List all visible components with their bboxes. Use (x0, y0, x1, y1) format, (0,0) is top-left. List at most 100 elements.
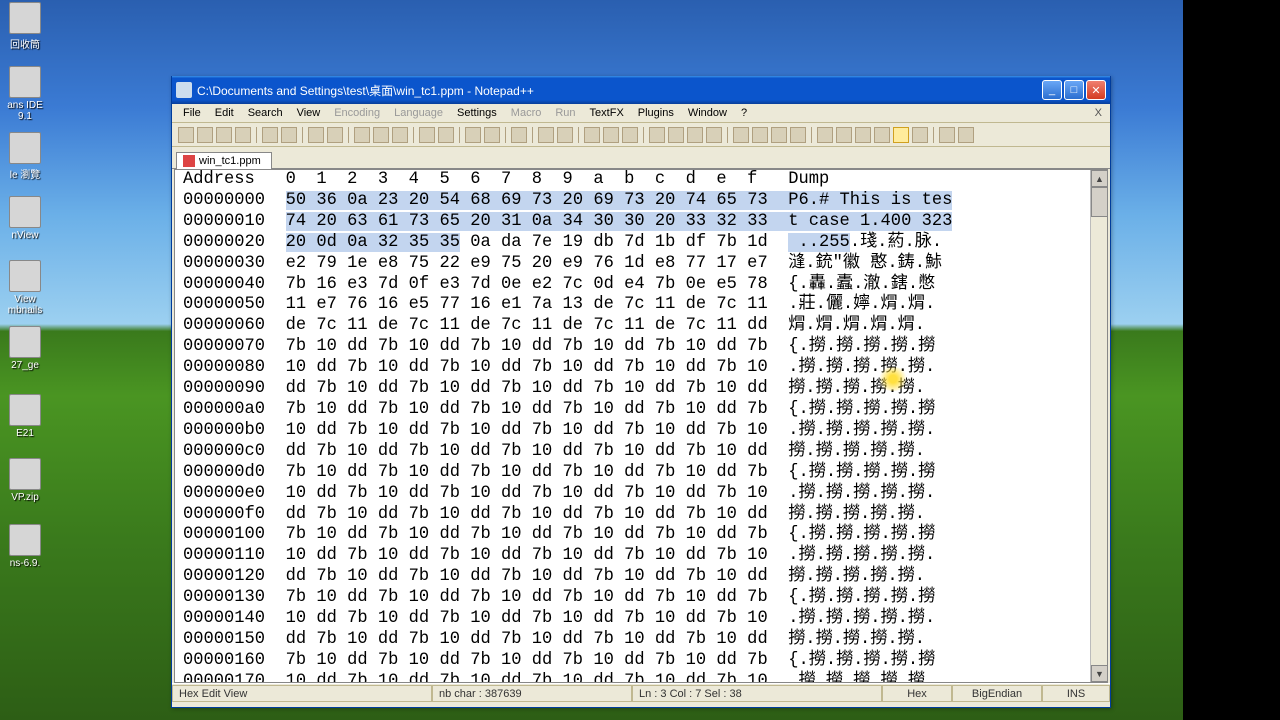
desktop-icon[interactable]: 回收筒 (0, 2, 50, 51)
hex-row[interactable]: 00000030 e2 79 1e e8 75 22 e9 75 20 e9 7… (175, 254, 1089, 275)
desktop-icon[interactable]: View mbnails (0, 260, 50, 316)
toolbar-separator (459, 127, 460, 143)
vertical-scrollbar[interactable]: ▲ ▼ (1090, 170, 1107, 682)
minimize-button[interactable]: _ (1042, 80, 1062, 100)
toolbar-button[interactable] (373, 127, 389, 143)
menu-window[interactable]: Window (681, 106, 734, 120)
toolbar-separator (643, 127, 644, 143)
hex-row[interactable]: 00000020 20 0d 0a 32 35 35 0a da 7e 19 d… (175, 233, 1089, 254)
menu-edit[interactable]: Edit (208, 106, 241, 120)
menu-settings[interactable]: Settings (450, 106, 504, 120)
tab-file[interactable]: win_tc1.ppm (176, 152, 272, 169)
desktop-icon[interactable]: VP.zip (0, 458, 50, 503)
toolbar-button[interactable] (817, 127, 833, 143)
toolbar-button[interactable] (958, 127, 974, 143)
hex-row[interactable]: 000000f0 dd 7b 10 dd 7b 10 dd 7b 10 dd 7… (175, 505, 1089, 526)
close-button[interactable]: ✕ (1086, 80, 1106, 100)
desktop-icon[interactable]: 27_ge (0, 326, 50, 371)
menu-file[interactable]: File (176, 106, 208, 120)
scroll-down-button[interactable]: ▼ (1091, 665, 1108, 682)
toolbar-button[interactable] (511, 127, 527, 143)
menu-view[interactable]: View (290, 106, 328, 120)
toolbar-button[interactable] (216, 127, 232, 143)
desktop-icon[interactable]: nView (0, 196, 50, 241)
hex-row[interactable]: 00000010 74 20 63 61 73 65 20 31 0a 34 3… (175, 212, 1089, 233)
menu-?[interactable]: ? (734, 106, 754, 120)
toolbar-button[interactable] (197, 127, 213, 143)
hex-row[interactable]: 00000130 7b 10 dd 7b 10 dd 7b 10 dd 7b 1… (175, 588, 1089, 609)
hex-row[interactable]: 00000080 10 dd 7b 10 dd 7b 10 dd 7b 10 d… (175, 358, 1089, 379)
hex-row[interactable]: 00000120 dd 7b 10 dd 7b 10 dd 7b 10 dd 7… (175, 567, 1089, 588)
menu-bar: FileEditSearchViewEncodingLanguageSettin… (172, 104, 1110, 123)
toolbar-button[interactable] (874, 127, 890, 143)
toolbar-button[interactable] (538, 127, 554, 143)
toolbar-button[interactable] (771, 127, 787, 143)
hex-row[interactable]: 00000050 11 e7 76 16 e5 77 16 e1 7a 13 d… (175, 295, 1089, 316)
hex-row[interactable]: 00000100 7b 10 dd 7b 10 dd 7b 10 dd 7b 1… (175, 525, 1089, 546)
toolbar-button[interactable] (603, 127, 619, 143)
hex-editor-area[interactable]: Address 0 1 2 3 4 5 6 7 8 9 a b c d e f … (174, 169, 1108, 683)
hex-row[interactable]: 000000c0 dd 7b 10 dd 7b 10 dd 7b 10 dd 7… (175, 442, 1089, 463)
toolbar-button[interactable] (733, 127, 749, 143)
toolbar-button[interactable] (235, 127, 251, 143)
hex-row[interactable]: 000000d0 7b 10 dd 7b 10 dd 7b 10 dd 7b 1… (175, 463, 1089, 484)
toolbar-button[interactable] (327, 127, 343, 143)
toolbar-button[interactable] (465, 127, 481, 143)
scroll-thumb[interactable] (1091, 187, 1108, 217)
hex-row[interactable]: 00000060 de 7c 11 de 7c 11 de 7c 11 de 7… (175, 316, 1089, 337)
app-icon (176, 82, 192, 98)
menu-textfx[interactable]: TextFX (583, 106, 631, 120)
toolbar-button[interactable] (438, 127, 454, 143)
desktop-icon[interactable]: ans IDE 9.1 (0, 66, 50, 122)
desktop-icon[interactable]: ns-6.9. (0, 524, 50, 569)
desktop-icon[interactable]: le 瀏覽 (0, 132, 50, 181)
toolbar-button[interactable] (281, 127, 297, 143)
hex-row[interactable]: 00000150 dd 7b 10 dd 7b 10 dd 7b 10 dd 7… (175, 630, 1089, 651)
menu-search[interactable]: Search (241, 106, 290, 120)
toolbar-button[interactable] (178, 127, 194, 143)
toolbar-separator (505, 127, 506, 143)
toolbar-button[interactable] (706, 127, 722, 143)
toolbar-button[interactable] (912, 127, 928, 143)
toolbar-button[interactable] (419, 127, 435, 143)
toolbar-button[interactable] (668, 127, 684, 143)
toolbar-button[interactable] (308, 127, 324, 143)
toolbar-button[interactable] (584, 127, 600, 143)
hex-row[interactable]: 00000070 7b 10 dd 7b 10 dd 7b 10 dd 7b 1… (175, 337, 1089, 358)
menu-plugins[interactable]: Plugins (631, 106, 681, 120)
toolbar-button[interactable] (649, 127, 665, 143)
toolbar-button[interactable] (687, 127, 703, 143)
hex-row[interactable]: 00000000 50 36 0a 23 20 54 68 69 73 20 6… (175, 191, 1089, 212)
hex-row[interactable]: 000000a0 7b 10 dd 7b 10 dd 7b 10 dd 7b 1… (175, 400, 1089, 421)
toolbar-separator (933, 127, 934, 143)
toolbar-button[interactable] (622, 127, 638, 143)
toolbar-button[interactable] (392, 127, 408, 143)
toolbar-button[interactable] (855, 127, 871, 143)
hex-row[interactable]: 00000140 10 dd 7b 10 dd 7b 10 dd 7b 10 d… (175, 609, 1089, 630)
hex-row[interactable]: 000000b0 10 dd 7b 10 dd 7b 10 dd 7b 10 d… (175, 421, 1089, 442)
toolbar-button[interactable] (790, 127, 806, 143)
toolbar-button[interactable] (939, 127, 955, 143)
toolbar-button[interactable] (484, 127, 500, 143)
toolbar-button[interactable] (836, 127, 852, 143)
mdi-close-icon[interactable]: X (1091, 107, 1106, 119)
maximize-button[interactable]: □ (1064, 80, 1084, 100)
hex-row[interactable]: 00000040 7b 16 e3 7d 0f e3 7d 0e e2 7c 0… (175, 275, 1089, 296)
hex-row[interactable]: 000000e0 10 dd 7b 10 dd 7b 10 dd 7b 10 d… (175, 484, 1089, 505)
toolbar-separator (532, 127, 533, 143)
toolbar-button[interactable] (893, 127, 909, 143)
toolbar-button[interactable] (354, 127, 370, 143)
hex-row[interactable]: 00000090 dd 7b 10 dd 7b 10 dd 7b 10 dd 7… (175, 379, 1089, 400)
status-insert-mode: INS (1042, 685, 1110, 702)
titlebar[interactable]: C:\Documents and Settings\test\桌面\win_tc… (172, 76, 1110, 104)
status-mode-label: Hex Edit View (172, 685, 432, 702)
hex-row[interactable]: 00000170 10 dd 7b 10 dd 7b 10 dd 7b 10 d… (175, 672, 1089, 682)
hex-row[interactable]: 00000110 10 dd 7b 10 dd 7b 10 dd 7b 10 d… (175, 546, 1089, 567)
toolbar-button[interactable] (262, 127, 278, 143)
hex-row[interactable]: 00000160 7b 10 dd 7b 10 dd 7b 10 dd 7b 1… (175, 651, 1089, 672)
scroll-up-button[interactable]: ▲ (1091, 170, 1108, 187)
toolbar-button[interactable] (557, 127, 573, 143)
desktop-icon[interactable]: E21 (0, 394, 50, 439)
toolbar-button[interactable] (752, 127, 768, 143)
toolbar-separator (256, 127, 257, 143)
